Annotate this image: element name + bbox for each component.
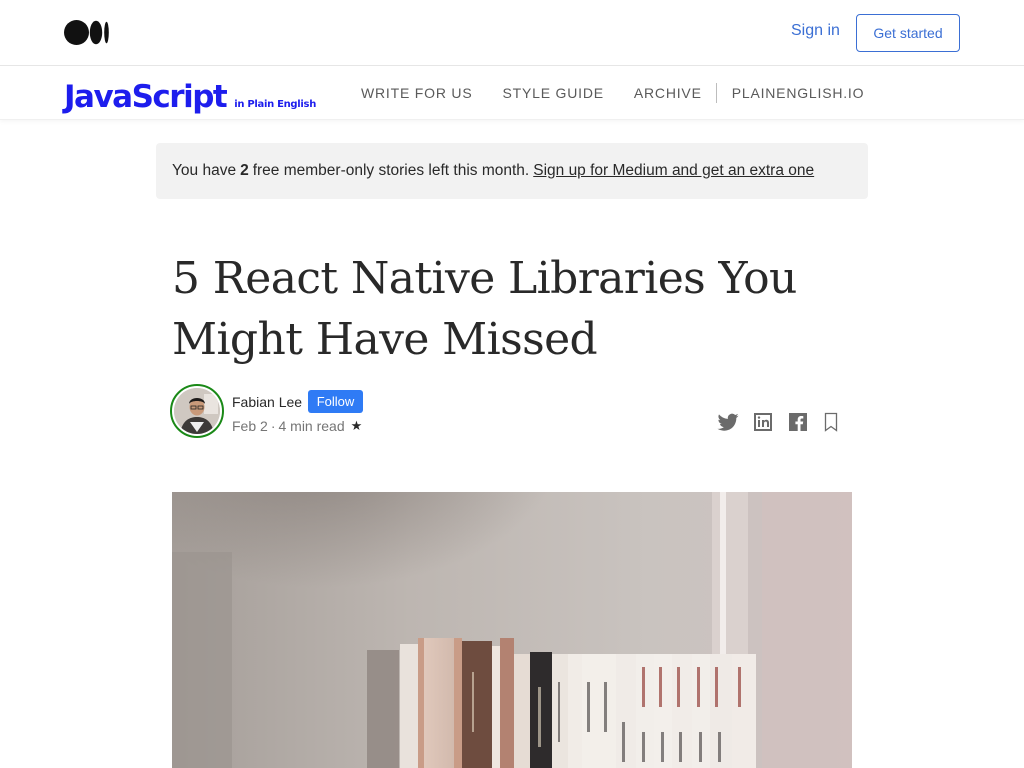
- meta-separator: ·: [270, 418, 276, 434]
- author-name[interactable]: Fabian Lee: [232, 394, 302, 410]
- nav-archive[interactable]: ARCHIVE: [634, 85, 702, 101]
- nav-style-guide[interactable]: STYLE GUIDE: [502, 85, 603, 101]
- article-title: 5 React Native Libraries You Might Have …: [172, 248, 812, 370]
- facebook-icon[interactable]: [786, 410, 810, 434]
- top-bar: Sign in Get started: [0, 0, 1024, 66]
- publication-logo-main: JavaScript: [64, 79, 228, 115]
- member-stories-banner: You have 2 free member-only stories left…: [156, 143, 868, 199]
- follow-button[interactable]: Follow: [308, 390, 363, 413]
- member-star-icon: ★: [350, 418, 363, 433]
- banner-count: 2: [240, 162, 249, 179]
- nav-plainenglish-io[interactable]: PLAINENGLISH.IO: [732, 85, 865, 101]
- avatar-portrait-icon: [174, 388, 220, 434]
- publication-logo-sub: in Plain English: [234, 99, 317, 110]
- author-avatar[interactable]: [170, 384, 224, 438]
- article-meta: Feb 2 · 4 min read ★: [232, 418, 362, 434]
- article-title-line-2: Might Have Missed: [172, 314, 598, 365]
- article-date: Feb 2: [232, 418, 268, 434]
- nav-write-for-us[interactable]: WRITE FOR US: [361, 85, 472, 101]
- publication-bar: JavaScript in Plain English WRITE FOR US…: [0, 66, 1024, 120]
- banner-prefix: You have: [172, 162, 237, 179]
- article-read-time: 4 min read: [278, 418, 345, 434]
- nav-divider: [715, 83, 717, 103]
- sign-in-link[interactable]: Sign in: [791, 22, 840, 40]
- article-title-line-1: 5 React Native Libraries You: [172, 253, 797, 304]
- medium-logo-icon[interactable]: [64, 20, 110, 45]
- twitter-icon[interactable]: [716, 410, 740, 434]
- get-started-button[interactable]: Get started: [856, 14, 960, 52]
- bookshelf-photo: [172, 492, 852, 768]
- article-hero-image: [172, 492, 852, 768]
- banner-signup-link[interactable]: Sign up for Medium and get an extra one: [533, 162, 814, 180]
- bookmark-icon[interactable]: [819, 410, 843, 434]
- publication-nav: WRITE FOR US STYLE GUIDE ARCHIVE PLAINEN…: [361, 66, 894, 120]
- banner-suffix: free member-only stories left this month…: [252, 162, 530, 179]
- publication-logo[interactable]: JavaScript in Plain English: [64, 74, 316, 114]
- avatar-photo: [174, 388, 220, 434]
- linkedin-icon[interactable]: [751, 410, 775, 434]
